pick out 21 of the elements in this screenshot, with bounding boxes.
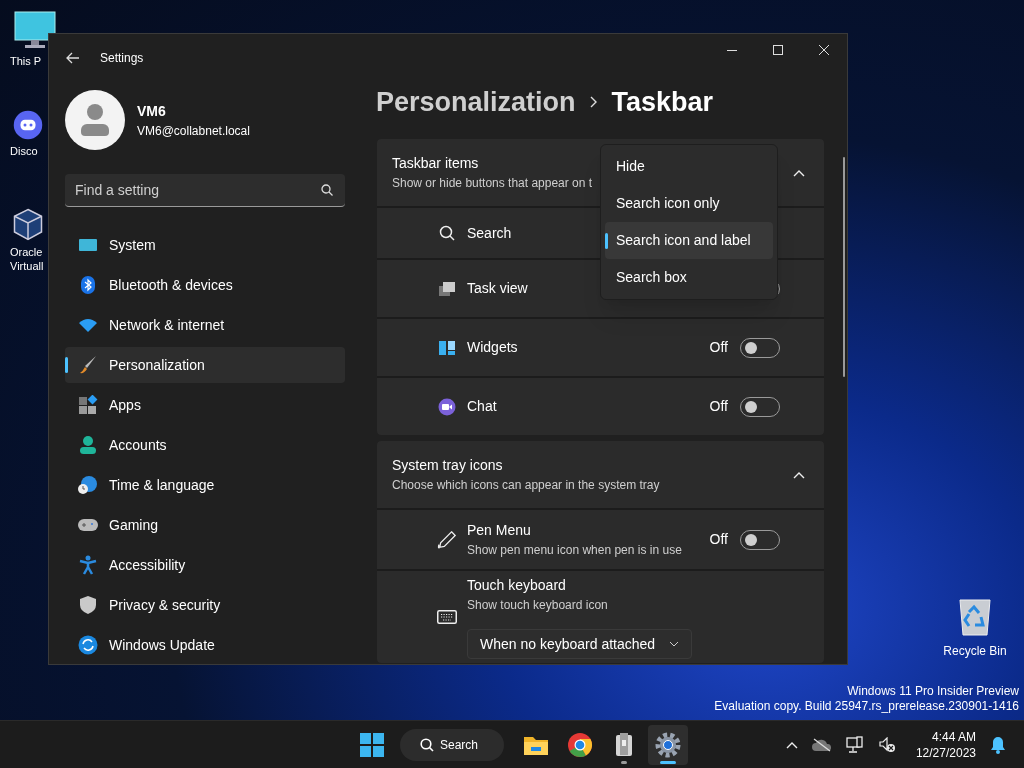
user-name: VM6 <box>137 101 167 121</box>
section-subtitle: Show or hide buttons that appear on t <box>392 175 593 192</box>
setting-label: Pen Menu <box>467 521 531 540</box>
evaluation-text: Windows 11 Pro Insider Preview <box>847 684 1019 699</box>
setting-label: Touch keyboard <box>467 576 566 595</box>
setting-label: Chat <box>467 397 497 416</box>
section-title: System tray icons <box>392 456 503 475</box>
setting-description: Show touch keyboard icon <box>467 597 608 614</box>
window-title: Settings <box>100 50 144 67</box>
evaluation-text: Evaluation copy. Build 25947.rs_prerelease.230901-1416 <box>714 699 1019 714</box>
section-title: Taskbar items <box>392 154 479 173</box>
user-email: VM6@collabnet.local <box>137 122 250 140</box>
setting-label: Task view <box>467 279 528 298</box>
toggle-state-text: Off <box>709 397 728 416</box>
toggle-state-text: Off <box>709 338 728 357</box>
section-subtitle: Choose which icons can appear in the system tray <box>392 477 660 494</box>
setting-label: Widgets <box>467 338 518 357</box>
setting-label: Search <box>467 223 512 243</box>
page-title: Taskbar <box>611 85 714 119</box>
setting-description: Show pen menu icon when pen is in use <box>467 542 682 559</box>
toggle-state-text: Off <box>709 530 728 549</box>
